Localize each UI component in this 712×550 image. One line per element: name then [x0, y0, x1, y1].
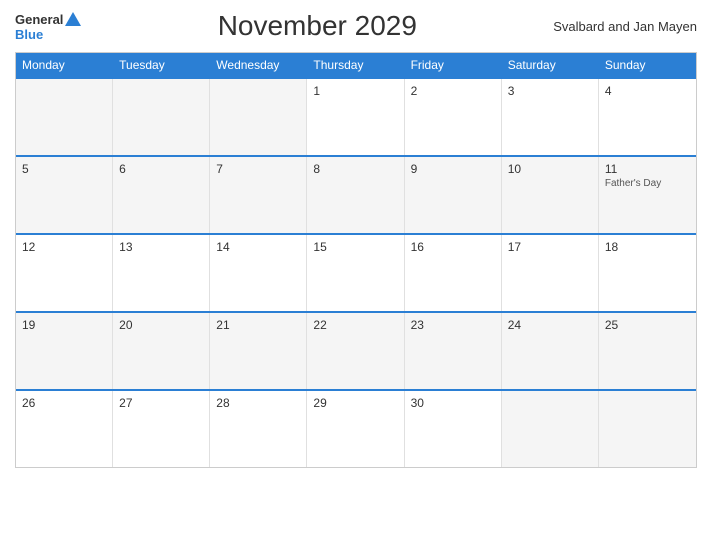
day-cell: 19: [16, 313, 113, 389]
week-row-1: 1234: [16, 77, 696, 155]
day-number: 3: [508, 84, 592, 98]
day-header-monday: Monday: [16, 53, 113, 77]
day-headers-row: MondayTuesdayWednesdayThursdayFridaySatu…: [16, 53, 696, 77]
day-cell: [113, 79, 210, 155]
week-row-5: 26 27 28 29 30: [16, 389, 696, 467]
day-number: 30: [411, 396, 495, 410]
logo-general-text: General: [15, 13, 63, 26]
day-header-friday: Friday: [405, 53, 502, 77]
day-number: 7: [216, 162, 300, 176]
logo-blue-text: Blue: [15, 28, 43, 41]
day-number: 19: [22, 318, 106, 332]
day-cell: 10: [502, 157, 599, 233]
day-cell: 4: [599, 79, 696, 155]
calendar-title: November 2029: [81, 10, 553, 42]
day-cell: 21: [210, 313, 307, 389]
logo-line: General: [15, 12, 81, 28]
day-number: 6: [119, 162, 203, 176]
day-number: 16: [411, 240, 495, 254]
event-label: Father's Day: [605, 178, 690, 189]
day-number: 20: [119, 318, 203, 332]
day-number: 10: [508, 162, 592, 176]
day-number: 5: [22, 162, 106, 176]
day-cell: 1: [307, 79, 404, 155]
week-row-4: 19 20 21 22 23 24 25: [16, 311, 696, 389]
day-cell: 17: [502, 235, 599, 311]
day-cell: 5: [16, 157, 113, 233]
day-number: 12: [22, 240, 106, 254]
day-header-sunday: Sunday: [599, 53, 696, 77]
day-number: 18: [605, 240, 690, 254]
day-cell: 6: [113, 157, 210, 233]
day-number: 9: [411, 162, 495, 176]
day-cell: 12: [16, 235, 113, 311]
day-number: 28: [216, 396, 300, 410]
day-cell: [502, 391, 599, 467]
day-cell: 27: [113, 391, 210, 467]
day-number: 21: [216, 318, 300, 332]
day-number: 25: [605, 318, 690, 332]
day-number: 11: [605, 162, 690, 176]
day-cell: [16, 79, 113, 155]
day-cell: 26: [16, 391, 113, 467]
day-cell: 20: [113, 313, 210, 389]
day-header-tuesday: Tuesday: [113, 53, 210, 77]
day-cell: 7: [210, 157, 307, 233]
day-cell: 16: [405, 235, 502, 311]
day-cell: [599, 391, 696, 467]
calendar-container: General Blue November 2029 Svalbard and …: [0, 0, 712, 550]
region-label: Svalbard and Jan Mayen: [553, 19, 697, 34]
day-number: 23: [411, 318, 495, 332]
day-number: 17: [508, 240, 592, 254]
calendar-header: General Blue November 2029 Svalbard and …: [15, 10, 697, 42]
day-number: 8: [313, 162, 397, 176]
day-number: 1: [313, 84, 397, 98]
week-row-3: 12 13 14 15 16 17 18: [16, 233, 696, 311]
day-cell: 28: [210, 391, 307, 467]
day-cell: 29: [307, 391, 404, 467]
day-cell: 24: [502, 313, 599, 389]
day-number: 26: [22, 396, 106, 410]
day-number: 29: [313, 396, 397, 410]
weeks-container: 1234567891011Father's Day121314151617181…: [16, 77, 696, 467]
day-number: 2: [411, 84, 495, 98]
day-cell: 2: [405, 79, 502, 155]
day-number: 24: [508, 318, 592, 332]
day-cell: 3: [502, 79, 599, 155]
day-cell: 30: [405, 391, 502, 467]
day-cell: 25: [599, 313, 696, 389]
day-cell: 18: [599, 235, 696, 311]
week-row-2: 56789 10 11 Father's Day: [16, 155, 696, 233]
day-number: 4: [605, 84, 690, 98]
day-header-saturday: Saturday: [502, 53, 599, 77]
calendar-grid: MondayTuesdayWednesdayThursdayFridaySatu…: [15, 52, 697, 468]
day-cell: 11 Father's Day: [599, 157, 696, 233]
day-number: 14: [216, 240, 300, 254]
day-cell: 8: [307, 157, 404, 233]
day-header-thursday: Thursday: [307, 53, 404, 77]
day-cell: 9: [405, 157, 502, 233]
day-number: 22: [313, 318, 397, 332]
logo: General Blue: [15, 12, 81, 41]
day-cell: 22: [307, 313, 404, 389]
day-cell: 15: [307, 235, 404, 311]
day-number: 13: [119, 240, 203, 254]
day-cell: 13: [113, 235, 210, 311]
day-number: 27: [119, 396, 203, 410]
day-cell: [210, 79, 307, 155]
day-cell: 23: [405, 313, 502, 389]
day-cell: 14: [210, 235, 307, 311]
day-number: 15: [313, 240, 397, 254]
day-header-wednesday: Wednesday: [210, 53, 307, 77]
logo-triangle-icon: [65, 12, 81, 26]
